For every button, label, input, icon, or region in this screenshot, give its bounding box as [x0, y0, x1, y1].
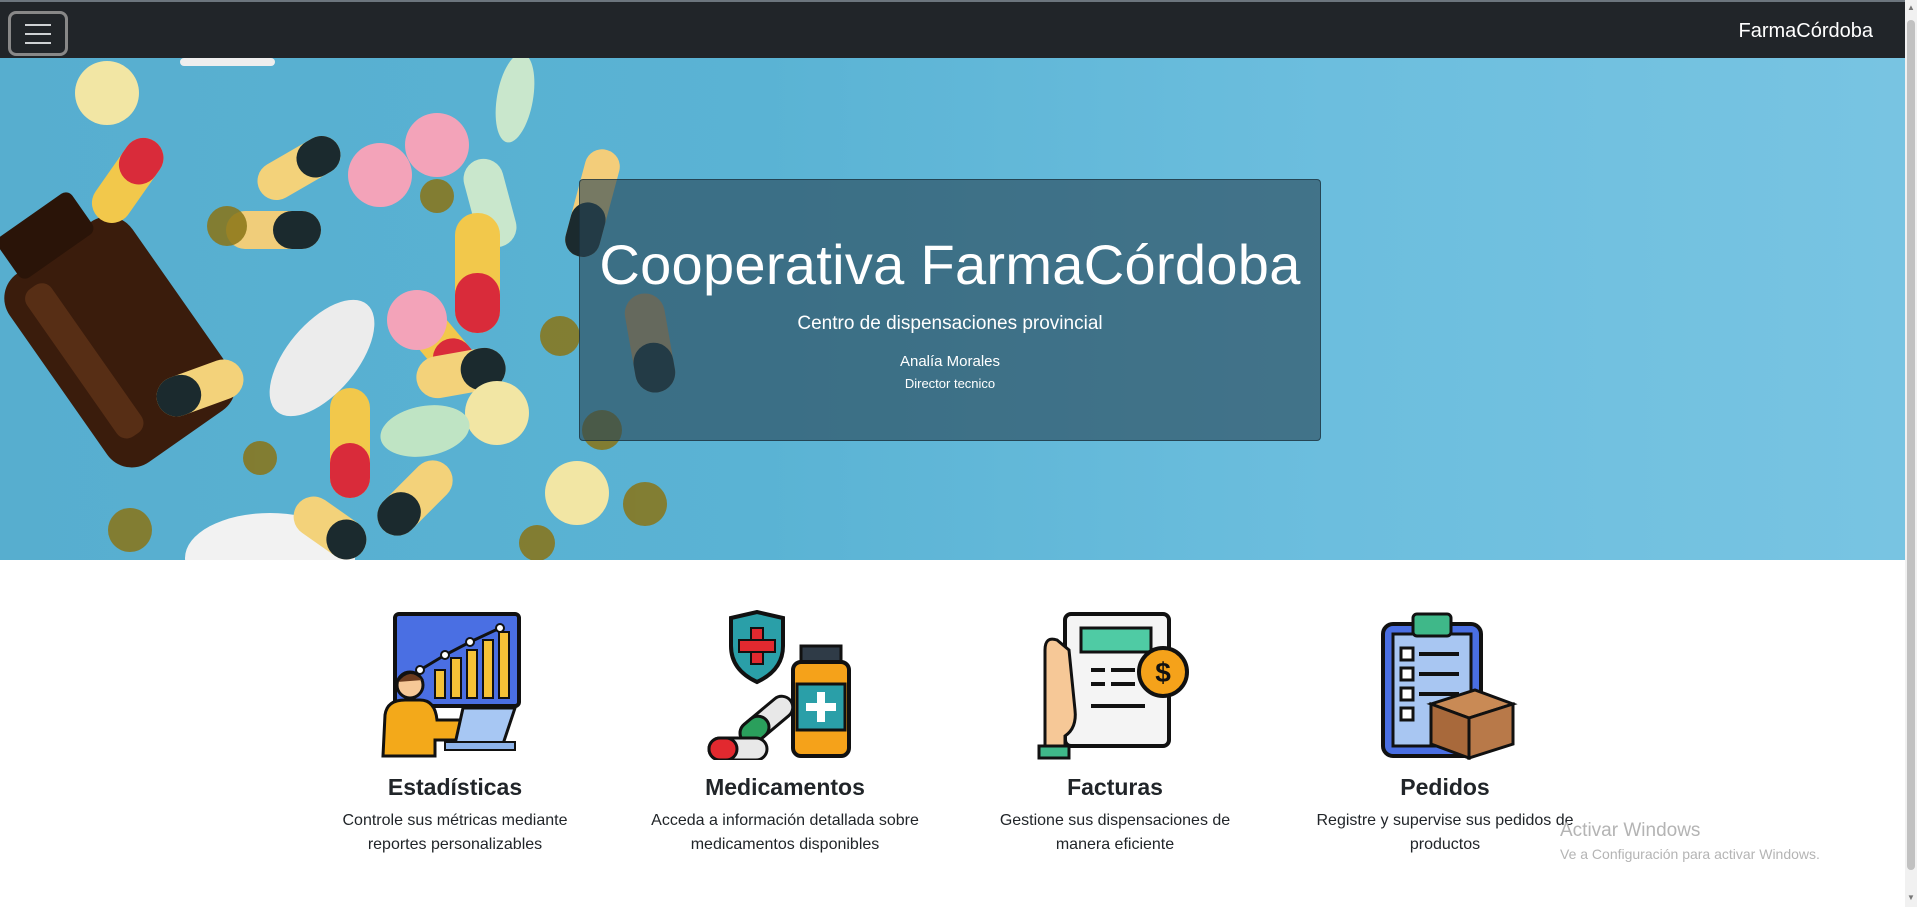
- windows-activation-watermark: Activar Windows Ve a Configuración para …: [1560, 820, 1820, 862]
- feature-title: Medicamentos: [705, 774, 865, 800]
- watermark-title: Activar Windows: [1560, 820, 1701, 841]
- feature-description: Acceda a información detallada sobre med…: [651, 812, 919, 853]
- hero-card: Cooperativa FarmaCórdoba Centro de dispe…: [579, 179, 1321, 441]
- svg-text:$: $: [1155, 657, 1171, 688]
- hamburger-icon-bar: [25, 32, 51, 35]
- feature-medicamentos[interactable]: Medicamentos Acceda a información detall…: [635, 600, 935, 857]
- page-scrollbar[interactable]: ▲ ▼: [1905, 0, 1917, 907]
- feature-description: Gestione sus dispensaciones de manera ef…: [999, 812, 1231, 853]
- feature-pedidos[interactable]: Pedidos Registre y supervise sus pedidos…: [1295, 600, 1595, 857]
- hamburger-icon-bar: [25, 41, 51, 44]
- director-role: Director tecnico: [904, 376, 996, 391]
- menu-toggle-button[interactable]: [8, 11, 68, 56]
- scroll-thumb[interactable]: [1907, 20, 1915, 870]
- feature-description: Controle sus métricas mediante reportes …: [342, 812, 568, 853]
- hero-title: Cooperativa FarmaCórdoba: [599, 233, 1301, 296]
- top-navbar: FarmaCórdoba: [0, 0, 1905, 58]
- watermark-subtitle: Ve a Configuración para activar Windows.: [1560, 846, 1820, 862]
- statistics-icon: [381, 612, 521, 758]
- feature-title: Pedidos: [1400, 774, 1490, 800]
- director-name: Analía Morales: [899, 353, 1001, 370]
- hamburger-icon: [25, 23, 51, 26]
- brand-link[interactable]: FarmaCórdoba: [1738, 20, 1873, 43]
- feature-title: Estadísticas: [387, 774, 523, 800]
- feature-facturas[interactable]: $ Facturas Gestione sus dispensaciones d…: [965, 600, 1265, 857]
- orders-icon: [1381, 612, 1518, 760]
- scroll-up-icon[interactable]: ▲: [1907, 4, 1915, 12]
- hero-subtitle: Centro de dispensaciones provincial: [797, 313, 1103, 334]
- scroll-down-icon[interactable]: ▼: [1907, 894, 1915, 902]
- hero-banner: Cooperativa FarmaCórdoba Centro de dispe…: [0, 58, 1905, 560]
- feature-description: Registre y supervise sus pedidos de prod…: [1316, 812, 1574, 853]
- feature-title: Facturas: [1067, 774, 1163, 800]
- invoice-icon: $: [1037, 612, 1189, 760]
- medicine-icon: [707, 610, 851, 760]
- feature-estadisticas[interactable]: Estadísticas Controle sus métricas media…: [305, 600, 605, 857]
